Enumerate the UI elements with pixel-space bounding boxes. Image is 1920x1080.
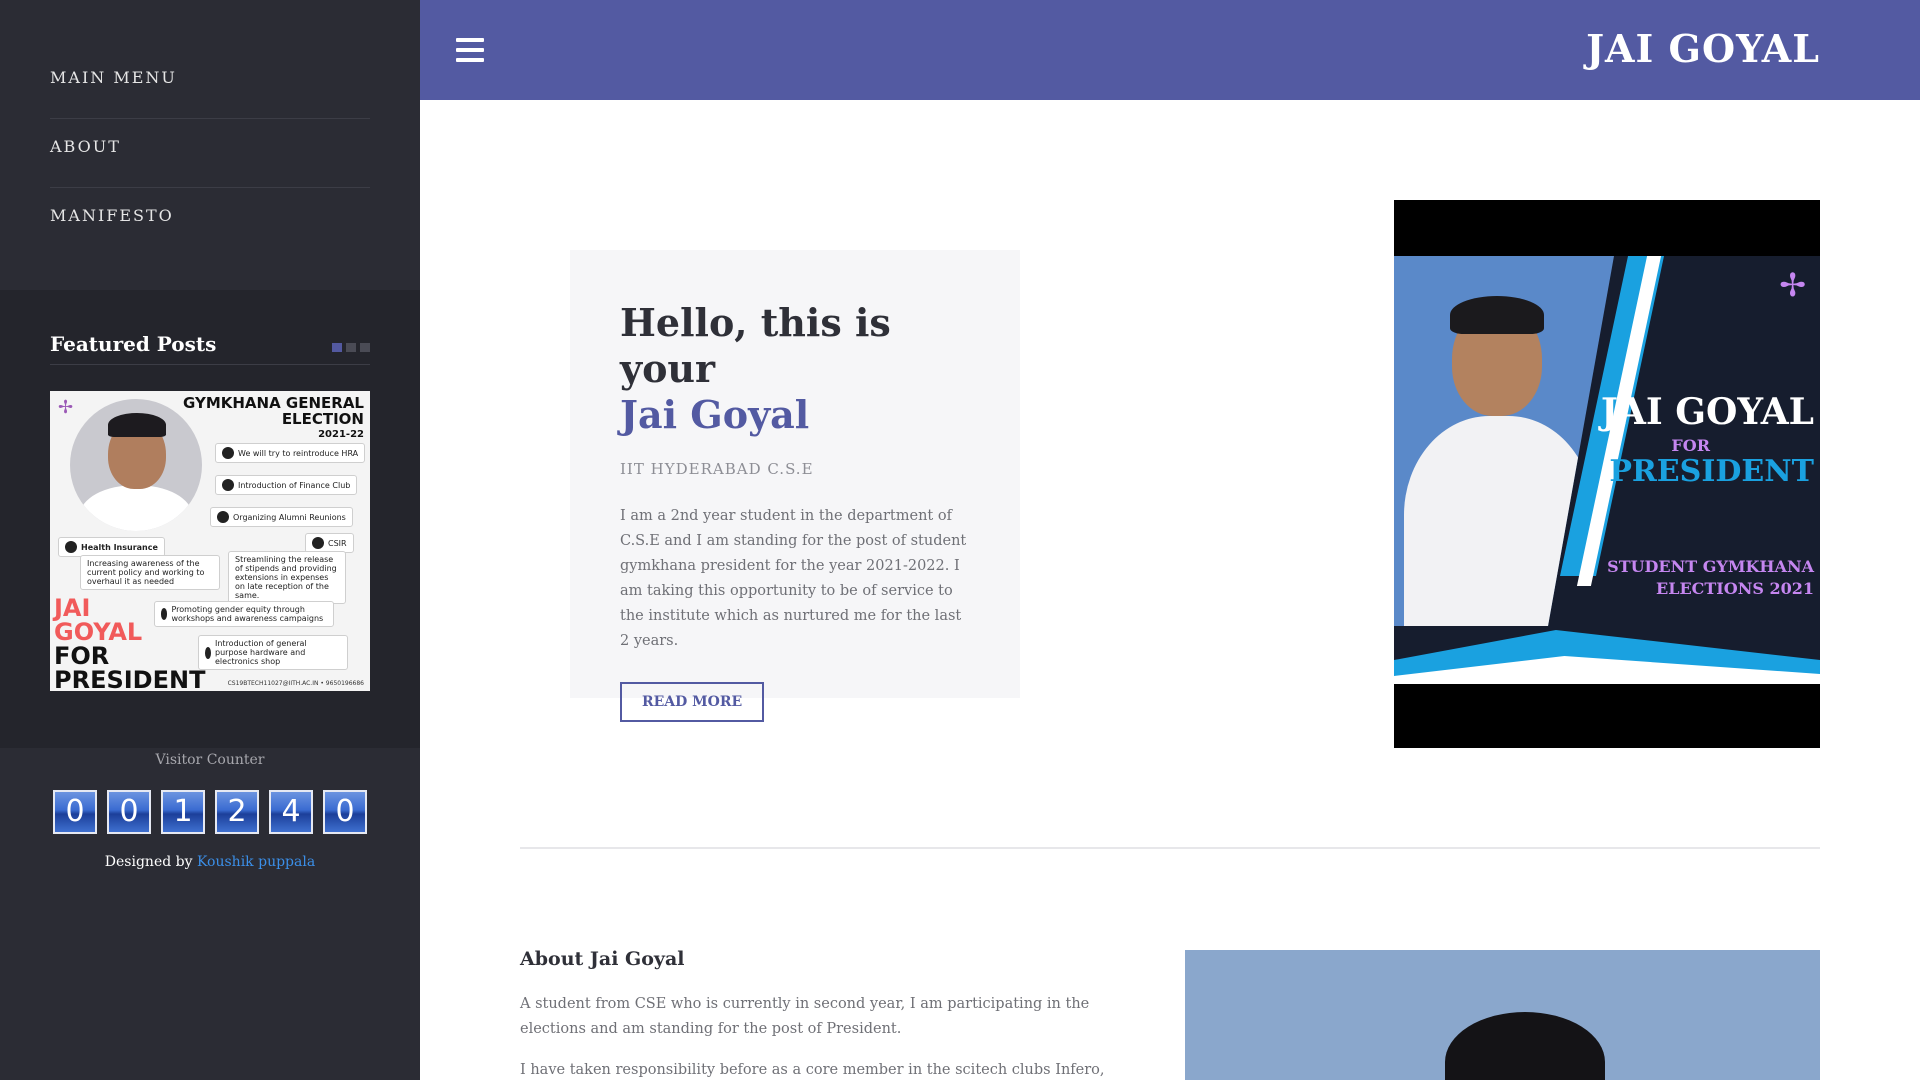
plus-icon — [65, 541, 77, 553]
visitor-counter-digits: 0 0 1 2 4 0 — [0, 790, 420, 834]
poster-point: Health Insurance — [58, 537, 165, 557]
featured-posts-title: Featured Posts — [50, 332, 217, 356]
read-more-button[interactable]: READ MORE — [620, 682, 765, 722]
featured-posts-header: Featured Posts — [50, 332, 370, 365]
counter-digit: 0 — [53, 790, 97, 834]
photo-shirt — [80, 485, 192, 531]
slider-dots — [332, 343, 370, 352]
hamburger-line — [456, 48, 484, 52]
about-photo — [1185, 950, 1820, 1080]
poster-for: FOR — [1671, 436, 1710, 455]
poster-point: CSIR — [305, 533, 354, 553]
menu-item-about[interactable]: ABOUT — [50, 119, 370, 188]
designer-link[interactable]: Koushik puppala — [197, 854, 315, 870]
poster-name: JAI GOYAL — [1600, 391, 1814, 433]
hero-description: I am a 2nd year student in the departmen… — [620, 508, 967, 649]
poster-title-line2: ELECTION — [281, 410, 364, 428]
site-brand[interactable]: JAI GOYAL — [1586, 26, 1820, 71]
poster-point-text: We will try to reintroduce HRA — [238, 448, 359, 458]
csir-icon — [312, 537, 324, 549]
section-divider — [520, 847, 1820, 849]
designed-by-prefix: Designed by — [104, 854, 193, 870]
slider-dot-icon[interactable] — [346, 343, 356, 352]
visitor-counter-label: Visitor Counter — [155, 752, 265, 768]
visitor-counter: Visitor Counter 0 0 1 2 4 0 Designed by … — [0, 748, 420, 870]
menu-item-main-menu[interactable]: MAIN MENU — [50, 50, 370, 119]
handshake-icon — [217, 511, 229, 523]
hamburger-line — [456, 58, 484, 62]
poster-title: GYMKHANA GENERAL ELECTION 2021-22 — [183, 395, 364, 443]
poster-point-text: Organizing Alumni Reunions — [233, 512, 346, 522]
about-paragraph: A student from CSE who is currently in s… — [520, 996, 1090, 1037]
featured-posts: Featured Posts ✢ GYMKHANA GENERAL ELECTI… — [0, 290, 420, 748]
poster-point-text: CSIR — [328, 538, 347, 548]
counter-digit: 4 — [269, 790, 313, 834]
about-paragraph: I have taken responsibility before as a … — [520, 1062, 1105, 1078]
slider-dot-icon[interactable] — [360, 343, 370, 352]
menu-item-manifesto[interactable]: MANIFESTO — [50, 188, 370, 257]
home-icon — [222, 447, 234, 459]
poster-point: Organizing Alumni Reunions — [210, 507, 353, 527]
poster-event-line2: ELECTIONS 2021 — [1656, 579, 1814, 598]
hummingbird-logo-icon: ✢ — [1779, 266, 1806, 304]
hero-title-line1: Hello, this is your — [620, 300, 891, 391]
poster-point: Introduction of general purpose hardware… — [198, 635, 348, 670]
counter-digit: 1 — [161, 790, 205, 834]
top-bar: JAI GOYAL — [420, 0, 1920, 100]
slider-dot-icon[interactable] — [332, 343, 342, 352]
finance-icon — [222, 479, 234, 491]
hero-poster-image: ✢ JAI GOYAL FOR PRESIDENT STUDENT GYMKHA… — [1394, 200, 1820, 748]
poster-point-text: Health Insurance — [81, 542, 158, 552]
poster-point-text: Streamlining the release of stipends and… — [235, 555, 337, 600]
hero-title-name: Jai Goyal — [620, 392, 810, 437]
poster-point: Streamlining the release of stipends and… — [228, 551, 346, 604]
poster-point-text: Introduction of general purpose hardware… — [215, 639, 307, 666]
photo-shirt — [1404, 416, 1594, 626]
hero-subtitle: IIT HYDERABAD C.S.E — [620, 460, 814, 478]
counter-digit: 0 — [323, 790, 367, 834]
hero-card: Hello, this is your Jai Goyal IIT HYDERA… — [570, 250, 1020, 722]
designed-by: Designed by Koushik puppala — [0, 854, 420, 870]
about-title: About Jai Goyal — [520, 948, 685, 970]
poster-role: PRESIDENT — [1609, 454, 1814, 489]
chip-icon — [205, 646, 211, 659]
counter-digit: 2 — [215, 790, 259, 834]
counter-digit: 0 — [107, 790, 151, 834]
hero-title: Hello, this is your Jai Goyal — [620, 300, 970, 438]
poster-slogan-role: FOR PRESIDENT — [54, 642, 206, 691]
poster-point: Introduction of Finance Club — [215, 475, 358, 495]
poster-title-year: 2021-22 — [318, 429, 364, 440]
photo-hair — [1445, 1012, 1605, 1080]
poster-point-text: Increasing awareness of the current poli… — [87, 559, 205, 586]
poster-panel: ✢ JAI GOYAL FOR PRESIDENT STUDENT GYMKHA… — [1394, 256, 1820, 684]
photo-hair — [1450, 296, 1544, 334]
poster-point: Increasing awareness of the current poli… — [80, 555, 220, 590]
photo-hair — [108, 413, 166, 437]
poster-slogan-name: JAI GOYAL — [54, 594, 143, 646]
hummingbird-logo-icon: ✢ — [58, 397, 74, 418]
poster-point-text: Introduction of Finance Club — [238, 480, 351, 490]
poster-event: STUDENT GYMKHANA ELECTIONS 2021 — [1607, 556, 1814, 600]
poster-point: We will try to reintroduce HRA — [215, 443, 366, 463]
sidebar-menu: MAIN MENU ABOUT MANIFESTO — [0, 0, 420, 290]
poster-event-line1: STUDENT GYMKHANA — [1607, 557, 1814, 576]
poster-slogan: JAI GOYAL FOR PRESIDENT — [54, 594, 206, 691]
hamburger-line — [456, 38, 484, 42]
hamburger-icon[interactable] — [456, 38, 484, 62]
featured-post-image[interactable]: ✢ GYMKHANA GENERAL ELECTION 2021-22 We w… — [50, 391, 370, 691]
poster-footer: CS19BTECH11027@IITH.AC.IN • 9650196686 — [227, 680, 364, 687]
sidebar: MAIN MENU ABOUT MANIFESTO Featured Posts… — [0, 0, 420, 1080]
